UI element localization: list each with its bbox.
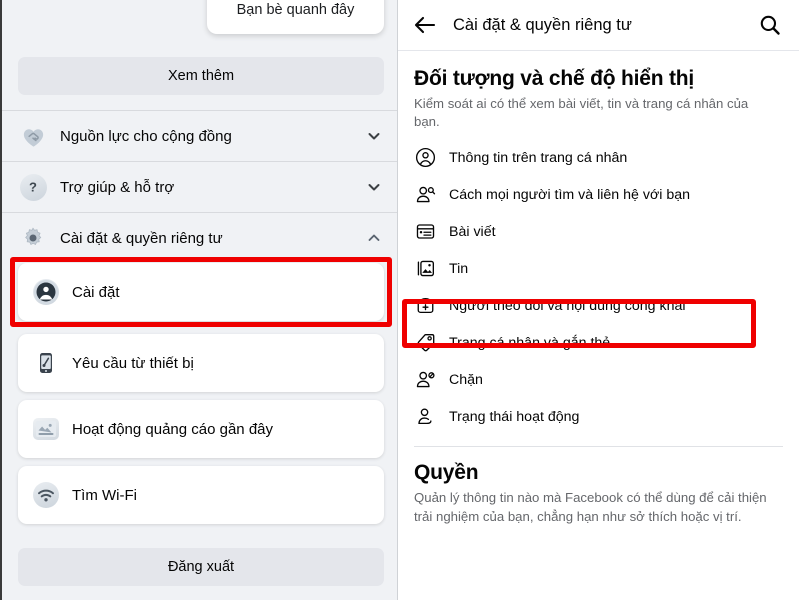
community-heart-icon — [18, 121, 48, 151]
logout-label: Đăng xuất — [167, 559, 235, 575]
menu-item-stories[interactable]: Tin — [414, 250, 783, 287]
back-arrow-icon[interactable] — [412, 12, 438, 38]
settings-detail-panel: Cài đặt & quyền riêng tư Đối tượng và ch… — [398, 0, 799, 600]
see-more-label: Xem thêm — [167, 68, 235, 84]
ad-activity-icon — [32, 415, 60, 443]
section-description-audience: Kiểm soát ai có thể xem bài viết, tin và… — [414, 96, 749, 130]
menu-item-label: Người theo dõi và nội dung công khai — [449, 297, 686, 314]
gear-icon — [18, 223, 48, 253]
menu-item-followers-public-content[interactable]: Người theo dõi và nội dung công khai — [414, 287, 783, 324]
menu-item-label: Cách mọi người tìm và liên hệ với bạn — [449, 186, 691, 203]
menu-item-profile-info[interactable]: Thông tin trên trang cá nhân — [414, 139, 783, 176]
active-status-icon — [414, 406, 436, 428]
chevron-down-icon — [366, 179, 382, 195]
question-mark-icon: ? — [18, 172, 48, 202]
menu-item-label: Thông tin trên trang cá nhân — [449, 149, 628, 166]
post-card-icon — [414, 221, 436, 243]
see-more-button[interactable]: Xem thêm — [18, 57, 384, 95]
wifi-icon — [32, 481, 60, 509]
sidebar-section-label: Cài đặt & quyền riêng tư — [60, 229, 223, 247]
menu-item-label: Trang cá nhân và gắn thẻ — [449, 334, 611, 351]
menu-item-posts[interactable]: Bài viết — [414, 213, 783, 250]
menu-item-active-status[interactable]: Trạng thái hoạt động — [414, 398, 783, 435]
follower-add-icon — [414, 295, 436, 317]
logout-button[interactable]: Đăng xuất — [18, 548, 384, 586]
menu-item-blocking[interactable]: Chặn — [414, 361, 783, 398]
sidebar-item-yeu-cau-tu-thiet-bi[interactable]: Yêu cầu từ thiết bị — [18, 334, 384, 392]
left-menu-panel: Bạn bè quanh đây Xem thêm Nguồn lực cho … — [0, 0, 398, 600]
person-search-icon — [414, 184, 436, 206]
section-title-permissions: Quyền — [414, 461, 479, 485]
audience-menu-list: Thông tin trên trang cá nhân Cách mọi ng… — [414, 139, 783, 435]
mobile-device-icon — [32, 349, 60, 377]
stories-photo-icon — [414, 258, 436, 280]
account-circle-icon — [32, 278, 60, 306]
tag-icon — [414, 332, 436, 354]
menu-item-label: Bài viết — [449, 223, 496, 240]
section-divider — [414, 446, 783, 448]
block-person-icon — [414, 369, 436, 391]
person-circle-icon — [414, 147, 436, 169]
sidebar-section-label: Nguồn lực cho cộng đồng — [60, 127, 232, 145]
sidebar-item-cai-dat[interactable]: Cài đặt — [18, 263, 384, 321]
menu-item-label: Tin — [449, 260, 469, 277]
screenshot-root: Bạn bè quanh đây Xem thêm Nguồn lực cho … — [0, 0, 800, 600]
menu-item-profile-tagging[interactable]: Trang cá nhân và gắn thẻ — [414, 324, 783, 361]
menu-item-label: Trạng thái hoạt động — [449, 408, 580, 425]
sidebar-section-community-resources[interactable]: Nguồn lực cho cộng đồng — [2, 111, 397, 161]
nearby-friends-card[interactable]: Bạn bè quanh đây — [207, 0, 384, 34]
sidebar-section-label: Trợ giúp & hỗ trợ — [60, 178, 175, 196]
svg-text:?: ? — [29, 180, 37, 195]
menu-item-find-contact[interactable]: Cách mọi người tìm và liên hệ với bạn — [414, 176, 783, 213]
sidebar-item-label: Cài đặt — [72, 283, 120, 301]
chevron-down-icon — [366, 128, 382, 144]
search-icon[interactable] — [757, 12, 783, 38]
sidebar-item-label: Hoạt động quảng cáo gần đây — [72, 420, 273, 438]
sidebar-section-help-support[interactable]: ? Trợ giúp & hỗ trợ — [2, 162, 397, 212]
menu-item-label: Chặn — [449, 371, 483, 388]
detail-body: Đối tượng và chế độ hiển thị Kiểm soát a… — [398, 67, 799, 526]
sidebar-section-settings-privacy[interactable]: Cài đặt & quyền riêng tư — [2, 213, 397, 263]
page-title: Cài đặt & quyền riêng tư — [453, 15, 632, 34]
section-description-permissions: Quản lý thông tin nào mà Facebook có thể… — [414, 490, 767, 524]
sidebar-item-tim-wifi[interactable]: Tìm Wi-Fi — [18, 466, 384, 524]
sidebar-item-hoat-dong-quang-cao[interactable]: Hoạt động quảng cáo gần đây — [18, 400, 384, 458]
detail-header: Cài đặt & quyền riêng tư — [398, 0, 799, 51]
sidebar-item-label: Tìm Wi-Fi — [72, 486, 137, 504]
section-title-audience: Đối tượng và chế độ hiển thị — [414, 67, 695, 90]
nearby-friends-label: Bạn bè quanh đây — [236, 2, 355, 18]
sidebar-item-label: Yêu cầu từ thiết bị — [72, 354, 194, 372]
chevron-up-icon — [366, 230, 382, 246]
